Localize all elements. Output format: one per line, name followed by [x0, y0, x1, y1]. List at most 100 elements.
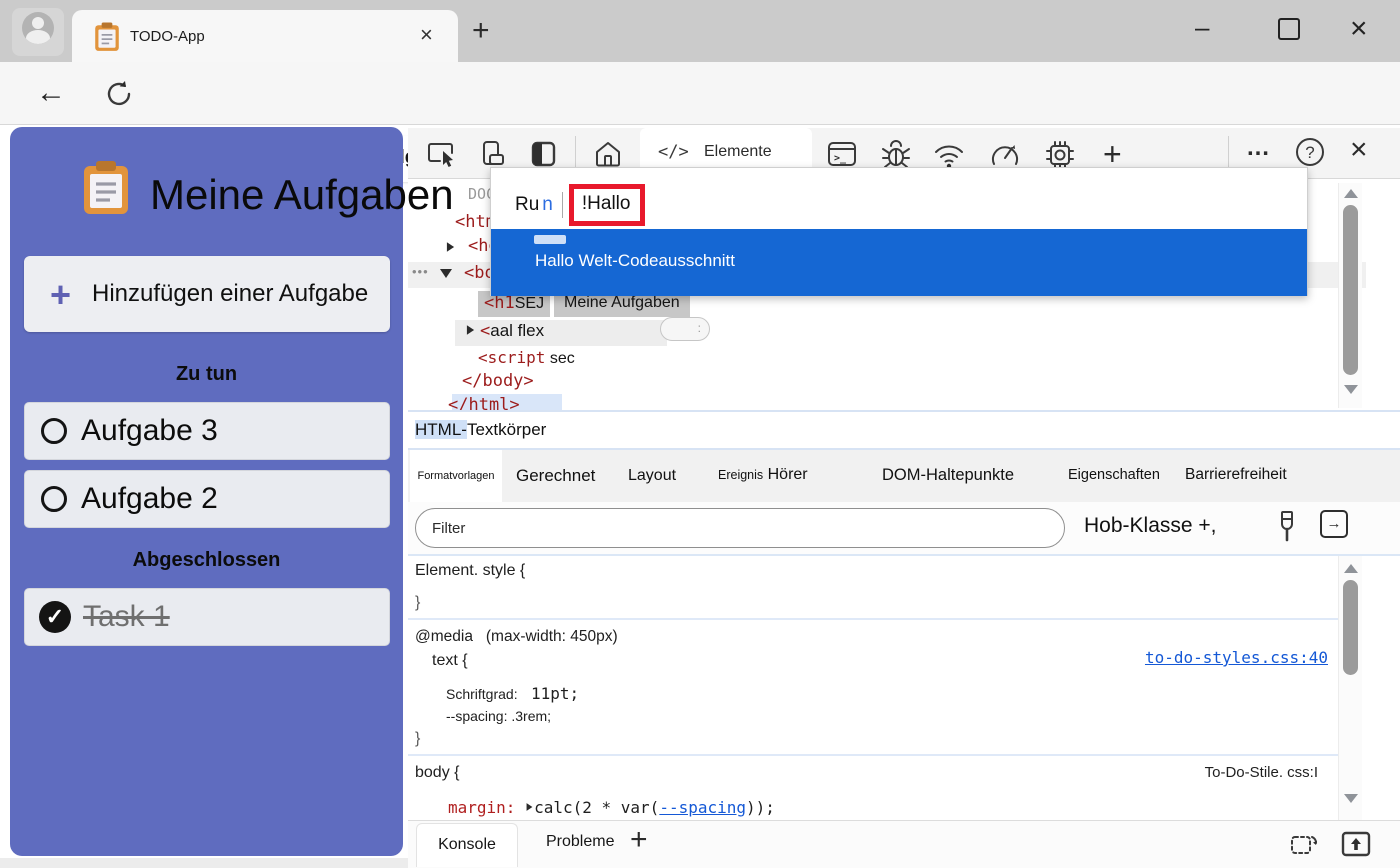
devtools-close-icon[interactable]: ×: [1350, 133, 1368, 167]
dock-side-icon[interactable]: [1288, 831, 1320, 859]
tab-favicon-clipboard-icon: [94, 22, 120, 52]
decl-margin[interactable]: margin: calc(2 * var(--spacing));: [448, 798, 775, 817]
todo-section-heading: Zu tun: [10, 363, 403, 386]
tab-styles[interactable]: Formatvorlagen: [410, 450, 502, 502]
breadcrumb-highlight: HTML-: [415, 420, 467, 439]
dom-body-close[interactable]: </body>: [462, 371, 534, 391]
code-icon: </>: [658, 142, 689, 162]
prop-name: margin:: [448, 798, 515, 817]
task-radio-icon[interactable]: [41, 486, 67, 512]
devtools-menu-icon[interactable]: …: [1246, 134, 1270, 162]
plus-icon: +: [50, 274, 71, 316]
scrollbar-thumb[interactable]: [1343, 205, 1358, 375]
window-minimize-button[interactable]: –: [1195, 12, 1209, 43]
clipboard-icon: [82, 160, 130, 216]
window-maximize-button[interactable]: [1278, 18, 1300, 40]
suggestion-highlight-fragment: [534, 235, 566, 244]
suggestion-row-selected[interactable]: Hallo Welt-Codeausschnitt: [491, 229, 1307, 296]
toggle-element-state-icon[interactable]: →: [1320, 510, 1348, 538]
rule-brace: }: [415, 594, 420, 612]
tab-layout[interactable]: Layout: [628, 467, 676, 485]
expand-quick-view-icon[interactable]: [1340, 829, 1372, 859]
hov-cls-toggle[interactable]: Hob-Klasse +,: [1084, 514, 1216, 538]
expand-arrow-icon[interactable]: [447, 242, 454, 252]
tab-elements-label: Elemente: [704, 143, 772, 161]
task-row[interactable]: Aufgabe 3: [24, 402, 390, 460]
device-emulation-icon[interactable]: [476, 139, 506, 169]
tab-issues[interactable]: Probleme: [546, 833, 614, 851]
tab-event-small: Ereignis: [718, 468, 763, 482]
tab-strip: TODO-App × + – ×: [0, 0, 1400, 62]
browser-window: TODO-App × + – × ← https://microsoftedge…: [0, 0, 1400, 868]
tab-event-listeners[interactable]: Ereignis Hörer: [718, 466, 808, 484]
task-checked-icon[interactable]: ✓: [39, 601, 71, 633]
command-input-row[interactable]: Ru n !Hallo: [515, 184, 645, 226]
tab-dom-breakpoints[interactable]: DOM-Haltepunkte: [882, 466, 1014, 485]
collapse-arrow-icon[interactable]: [440, 269, 452, 278]
performance-gauge-icon[interactable]: [988, 140, 1022, 170]
styles-scrollbar[interactable]: [1338, 556, 1362, 820]
tab-title: TODO-App: [130, 28, 205, 45]
tab-accessibility[interactable]: Barrierefreiheit: [1185, 466, 1287, 484]
sidebar-tabs-bar: Formatvorlagen Gerechnet Layout Ereignis…: [408, 450, 1400, 502]
scroll-up-icon[interactable]: [1344, 189, 1358, 198]
svg-text:>_: >_: [834, 153, 847, 164]
decl-font-size[interactable]: Schriftgrad: 11pt;: [446, 684, 579, 704]
breadcrumb[interactable]: HTML-Textkörper: [415, 420, 546, 440]
dom-gutter-dots[interactable]: •••: [412, 264, 429, 279]
new-tab-button[interactable]: +: [472, 14, 490, 48]
done-task-row[interactable]: ✓ Task 1: [24, 588, 390, 646]
reload-button[interactable]: [104, 79, 134, 109]
done-section-heading: Abgeschlossen: [10, 549, 403, 572]
stylesheet-link[interactable]: to-do-styles.css:40: [1145, 648, 1328, 667]
breadcrumb-rest: Textkörper: [467, 420, 546, 439]
stylesheet-link-body[interactable]: To-Do-Stile. css:I: [1205, 764, 1318, 781]
browser-tab[interactable]: TODO-App ×: [72, 10, 458, 62]
tab-close-icon[interactable]: ×: [420, 22, 433, 48]
tab-properties[interactable]: Eigenschaften: [1068, 467, 1160, 483]
expand-arrow-icon[interactable]: [467, 325, 474, 335]
dom-badge-pill[interactable]: :: [660, 317, 710, 341]
add-task-button[interactable]: + Hinzufügen einer Aufgabe: [24, 256, 390, 332]
rule-body-selector[interactable]: body {: [415, 764, 459, 782]
tab-console[interactable]: Konsole: [416, 823, 518, 867]
app-title: Meine Aufgaben: [150, 171, 510, 219]
command-palette-popup: Ru n !Hallo Hallo Welt-Codeausschnitt: [490, 167, 1308, 296]
styles-filter-input[interactable]: [415, 508, 1065, 548]
prop-value-pre: calc(2 * var(: [534, 798, 659, 817]
dom-ul-text: aal flex: [490, 321, 544, 340]
profile-button[interactable]: [12, 8, 64, 56]
back-button[interactable]: ←: [36, 76, 66, 110]
debug-bug-icon[interactable]: [880, 138, 912, 170]
rule-brace: }: [415, 730, 420, 748]
dom-ul-node[interactable]: <aal flex: [480, 321, 544, 341]
tab-computed[interactable]: Gerechnet: [516, 466, 595, 486]
toolbar-divider: [575, 136, 576, 170]
avatar: [22, 12, 54, 44]
rule-element-style[interactable]: Element. style {: [415, 562, 525, 580]
task-radio-icon[interactable]: [41, 418, 67, 444]
toolbar-divider: [1228, 136, 1229, 170]
dom-script-node[interactable]: <script sec: [478, 348, 575, 368]
task-row[interactable]: Aufgabe 2: [24, 470, 390, 528]
css-variable-link[interactable]: --spacing: [659, 798, 746, 817]
expand-value-icon[interactable]: [527, 803, 533, 811]
scroll-up-icon[interactable]: [1344, 564, 1358, 573]
rule-text-selector[interactable]: text {: [432, 652, 468, 670]
drawer-add-tab-icon[interactable]: +: [630, 823, 648, 857]
scrollbar-thumb[interactable]: [1343, 580, 1358, 675]
dom-scrollbar[interactable]: [1338, 183, 1362, 408]
inspect-element-icon[interactable]: [426, 140, 458, 168]
decl-spacing[interactable]: --spacing: .3rem;: [446, 708, 551, 724]
home-icon[interactable]: [593, 139, 623, 169]
color-brush-icon[interactable]: [1274, 510, 1300, 544]
help-icon[interactable]: ?: [1296, 138, 1324, 166]
scroll-down-icon[interactable]: [1344, 385, 1358, 394]
network-wifi-icon[interactable]: [932, 141, 966, 169]
console-panel-icon[interactable]: >_: [826, 139, 858, 169]
scroll-down-icon[interactable]: [1344, 794, 1358, 803]
text-cursor: [562, 192, 563, 218]
prop-value: 11pt;: [531, 684, 579, 703]
window-close-button[interactable]: ×: [1350, 12, 1368, 46]
activity-bar-icon[interactable]: [528, 139, 558, 169]
